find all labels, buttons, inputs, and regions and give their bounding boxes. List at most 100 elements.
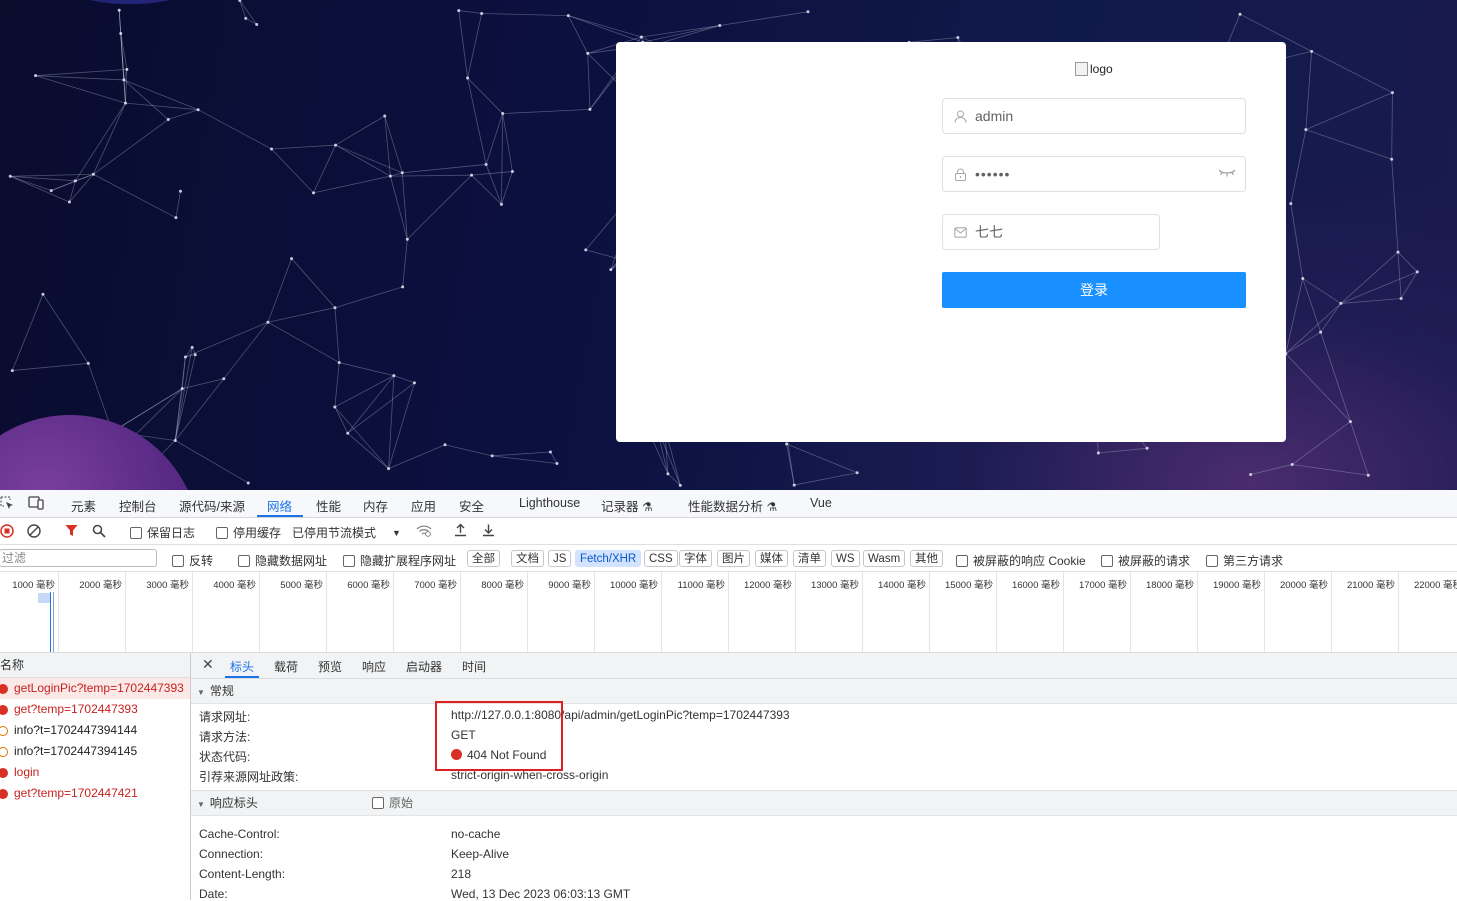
request-row[interactable]: get?temp=1702447393 [0,699,190,720]
timeline-tick: 11000 毫秒 [661,572,729,652]
type-filter-fetch-xhr[interactable]: Fetch/XHR [575,550,641,567]
timeline-tick-label: 9000 毫秒 [548,577,591,591]
checkbox-box[interactable] [1206,555,1218,567]
type-filter-ws[interactable]: WS [831,550,860,567]
tab-headers[interactable]: 标头 [230,658,254,675]
request-row[interactable]: login [0,762,190,783]
request-row[interactable]: info?t=1702447394144 [0,720,190,741]
timeline-tick-label: 1000 毫秒 [12,577,55,591]
preserve-log-checkbox[interactable]: 保留日志 [130,524,195,541]
tab-recorder-label: 记录器 [601,500,639,514]
checkbox-box[interactable] [130,527,142,539]
tab-response[interactable]: 响应 [362,658,386,675]
hide-extension-urls-checkbox[interactable]: 隐藏扩展程序网址 [343,552,456,569]
tab-sources[interactable]: 源代码/来源 [179,496,245,515]
username-input[interactable] [975,108,1245,124]
tab-initiator[interactable]: 启动器 [406,658,442,675]
password-input[interactable] [975,166,1217,182]
tab-elements[interactable]: 元素 [71,496,96,515]
request-list-header[interactable]: 名称 [0,653,190,678]
response-headers-section-header[interactable]: ▼响应标头 原始 [191,790,1457,816]
error-icon [0,768,8,778]
request-row[interactable]: getLoginPic?temp=1702447393 [0,678,190,699]
tab-console[interactable]: 控制台 [119,496,157,515]
clear-icon[interactable] [27,524,41,541]
header-key: Cache-Control: [199,827,280,841]
checkbox-box[interactable] [1101,555,1113,567]
timeline-tick: 7000 毫秒 [393,572,461,652]
password-field[interactable] [942,156,1246,192]
tab-payload[interactable]: 载荷 [274,658,298,675]
close-icon[interactable]: ✕ [202,656,214,673]
type-filter-wasm[interactable]: Wasm [863,550,905,567]
annotation-highlight-box [435,701,563,771]
blocked-cookies-checkbox[interactable]: 被屏蔽的响应 Cookie [956,552,1086,569]
expand-triangle-icon: ▼ [197,681,205,705]
blocked-requests-checkbox[interactable]: 被屏蔽的请求 [1101,552,1190,569]
third-party-checkbox[interactable]: 第三方请求 [1206,552,1283,569]
checkbox-box[interactable] [238,555,250,567]
tab-memory[interactable]: 内存 [363,496,388,515]
active-tab-indicator [257,515,303,517]
checkbox-box[interactable] [172,555,184,567]
tab-security[interactable]: 安全 [459,496,484,515]
flask-icon: ⚗ [767,500,778,514]
filter-input[interactable]: 过滤 [0,549,157,567]
search-icon[interactable] [92,524,106,541]
header-key: 状态代码: [199,748,250,765]
checkbox-box[interactable] [343,555,355,567]
timeline-tick-label: 17000 毫秒 [1079,577,1127,591]
response-headers-title: 响应标头 [210,796,258,810]
tab-vue[interactable]: Vue [810,496,832,510]
request-row[interactable]: info?t=1702447394145 [0,741,190,762]
checkbox-box[interactable] [216,527,228,539]
type-filter-font[interactable]: 字体 [679,550,712,567]
general-section-title: 常规 [210,684,234,698]
login-page: logo 登录 [0,0,1457,490]
export-har-icon[interactable] [482,523,495,540]
tab-performance-insights[interactable]: 性能数据分析 ⚗ [688,496,777,515]
username-field[interactable] [942,98,1246,134]
type-filter-doc[interactable]: 文档 [511,550,544,567]
timeline-tick-label: 22000 毫秒 [1414,577,1457,591]
tab-application[interactable]: 应用 [411,496,436,515]
general-section-header[interactable]: ▼ 常规 [191,679,1457,704]
login-button[interactable]: 登录 [942,272,1246,308]
tab-network[interactable]: 网络 [267,496,292,515]
raw-headers-checkbox[interactable]: 原始 [372,791,413,815]
network-conditions-icon[interactable] [416,524,432,540]
tab-lighthouse[interactable]: Lighthouse [519,496,580,510]
hide-data-urls-checkbox[interactable]: 隐藏数据网址 [238,552,327,569]
timeline-tick: 18000 毫秒 [1130,572,1198,652]
checkbox-box[interactable] [956,555,968,567]
type-filter-css[interactable]: CSS [644,550,678,567]
import-har-icon[interactable] [454,523,467,540]
network-overview-timeline[interactable]: 1000 毫秒2000 毫秒3000 毫秒4000 毫秒5000 毫秒6000 … [0,572,1457,653]
tab-performance[interactable]: 性能 [316,496,341,515]
captcha-input[interactable] [975,224,1159,240]
tab-recorder[interactable]: 记录器 ⚗ [601,496,653,515]
device-toolbar-icon[interactable] [28,496,44,513]
filter-icon[interactable] [65,524,78,540]
checkbox-box[interactable] [372,797,384,809]
captcha-field[interactable] [942,214,1160,250]
request-row[interactable]: get?temp=1702447421 [0,783,190,804]
eye-closed-icon[interactable] [1217,167,1237,181]
type-filter-manifest[interactable]: 清单 [793,550,826,567]
error-icon [0,684,8,694]
type-filter-all[interactable]: 全部 [467,550,500,567]
timeline-tick: 10000 毫秒 [594,572,662,652]
type-filter-js[interactable]: JS [548,550,571,567]
network-toolbar: 保留日志 停用缓存 已停用节流模式 ▼ [0,518,1457,545]
throttling-select[interactable]: 已停用节流模式 ▼ [292,524,401,541]
timeline-tick-label: 16000 毫秒 [1012,577,1060,591]
invert-checkbox[interactable]: 反转 [172,552,213,569]
tab-preview[interactable]: 预览 [318,658,342,675]
disable-cache-checkbox[interactable]: 停用缓存 [216,524,281,541]
inspect-element-icon[interactable] [0,496,14,513]
record-stop-icon[interactable] [0,524,14,541]
type-filter-img[interactable]: 图片 [717,550,750,567]
tab-timing[interactable]: 时间 [462,658,486,675]
type-filter-media[interactable]: 媒体 [755,550,788,567]
type-filter-other[interactable]: 其他 [910,550,943,567]
